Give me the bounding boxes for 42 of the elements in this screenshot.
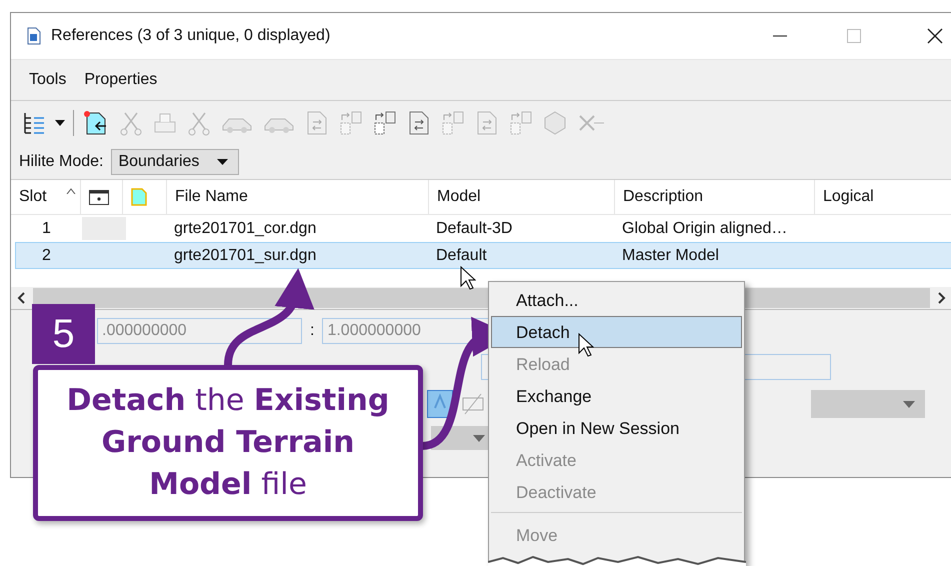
table-cell-text: grte201701_sur.dgn: [173, 246, 318, 264]
table-row[interactable]: 2 grte201701_sur.dgn Default Master Model: [15, 242, 951, 269]
window-title: References (3 of 3 unique, 0 displayed): [51, 27, 330, 45]
table-cell-text: Default: [435, 246, 488, 264]
caret-icon[interactable]: [55, 120, 65, 126]
menu-item[interactable]: Properties: [84, 71, 158, 89]
table-cell-text: Master Model: [621, 246, 720, 264]
table-row[interactable]: 1 grte201701_cor.dgn Default-3D Global Origin aligned…: [15, 215, 951, 242]
mouse-pointer-icon: [578, 333, 594, 357]
menu-item[interactable]: Open in New Session: [491, 412, 742, 444]
mouse-pointer-icon: [460, 266, 476, 290]
hilite-mode-label: Hilite Mode:: [19, 153, 104, 171]
minimize-icon[interactable]: [773, 35, 787, 37]
column-header[interactable]: File Name: [167, 180, 429, 214]
column-header[interactable]: Slot: [11, 180, 81, 214]
display-icon: [89, 190, 109, 204]
close-icon[interactable]: [927, 28, 943, 44]
sort-caret-icon: [66, 188, 76, 194]
menu-item[interactable]: Exchange: [491, 380, 742, 412]
menu-item[interactable]: Tools: [29, 71, 66, 89]
callout-text: Detach the Existing Ground Terrain Model file: [66, 382, 390, 504]
table-cell-text: 2: [41, 246, 52, 264]
hilite-mode-dropdown[interactable]: Boundaries: [111, 149, 240, 175]
menu-item[interactable]: Attach...: [491, 284, 742, 316]
column-header[interactable]: Logical: [815, 180, 951, 214]
scale-separator: :: [310, 322, 314, 340]
caret-icon: [217, 159, 228, 165]
document-icon: [27, 27, 41, 45]
table-cell-text: Global Origin aligned…: [621, 220, 788, 238]
scroll-right-icon[interactable]: [938, 292, 946, 304]
table-cell-text: 1: [41, 220, 52, 238]
scroll-left-icon[interactable]: [17, 292, 25, 304]
column-header[interactable]: Description: [615, 180, 815, 214]
table-cell-text: Default-3D: [435, 220, 514, 238]
maximize-icon[interactable]: [847, 29, 861, 43]
file-icon: [131, 188, 147, 206]
pages-arrow-icon[interactable]: [372, 109, 398, 137]
step-number-badge: 5: [32, 304, 95, 364]
menu-item[interactable]: Detach: [491, 316, 742, 348]
table-cell-text: grte201701_cor.dgn: [173, 220, 318, 238]
caret-icon: [903, 400, 915, 408]
column-header[interactable]: Model: [429, 180, 615, 214]
